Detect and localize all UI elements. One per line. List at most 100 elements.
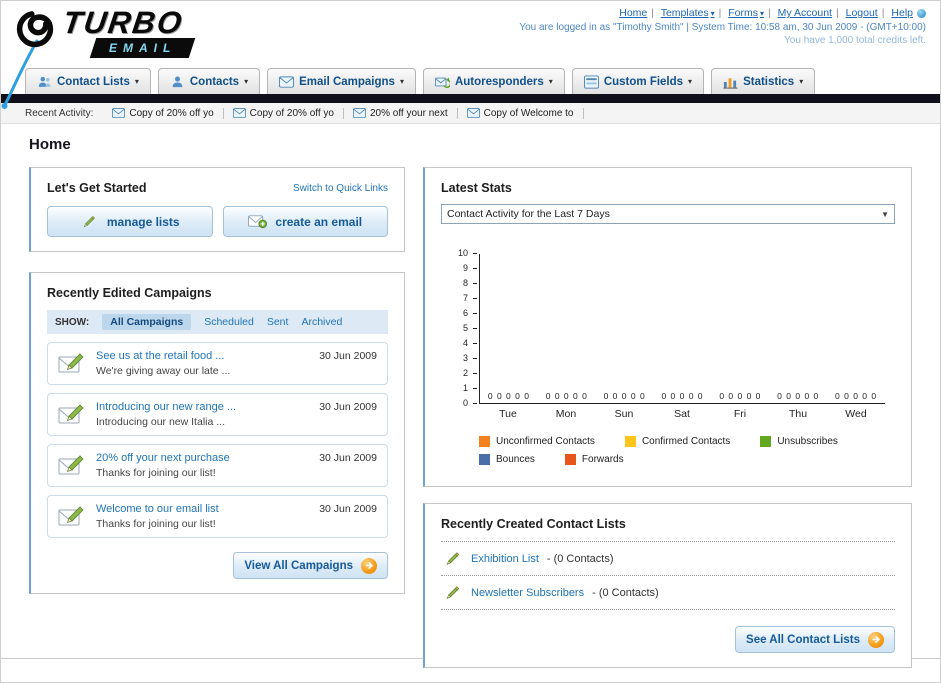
tab-contacts[interactable]: Contacts ▾ [157, 68, 261, 94]
view-all-campaigns-button[interactable]: View All Campaigns [233, 552, 388, 579]
contact-list-link[interactable]: Newsletter Subscribers [471, 587, 584, 599]
top-link-home[interactable]: Home [619, 7, 647, 19]
recent-activity-item[interactable]: 20% off your next [344, 107, 458, 119]
header: TURBO EMAIL Home | Templates ▾ | Forms ▾ | My… [1, 1, 940, 63]
campaign-title-link[interactable]: Introducing our new range ... [96, 401, 236, 413]
filter-scheduled[interactable]: Scheduled [204, 316, 254, 328]
envelope-icon [467, 108, 480, 118]
filter-archived[interactable]: Archived [301, 316, 342, 328]
chevron-down-icon: ▾ [548, 77, 553, 86]
separator: | [651, 7, 654, 19]
top-nav: Home | Templates ▾ | Forms ▾ | My Account | Lo… [519, 7, 926, 19]
chart-y-axis: 0 1 2 3 4 5 6 7 8 9 10 [447, 248, 477, 408]
x-tick-label: Mon [555, 408, 577, 420]
y-tick-label: 4 [462, 338, 468, 348]
recent-activity-item[interactable]: Copy of Welcome to [458, 107, 584, 119]
chevron-down-icon: ▾ [710, 9, 715, 18]
campaign-row[interactable]: Welcome to our email list Thanks for joi… [47, 495, 388, 538]
custom-fields-icon [584, 75, 599, 89]
y-tick-label: 10 [457, 248, 468, 258]
campaign-date: 30 Jun 2009 [319, 401, 377, 413]
manage-lists-button[interactable]: manage lists [47, 206, 213, 237]
separator: | [718, 7, 722, 19]
campaign-title-link[interactable]: 20% off your next purchase [96, 452, 230, 464]
campaign-subtitle: We're giving away our late ... [96, 365, 231, 377]
campaign-subtitle: Thanks for joining our list! [96, 467, 216, 479]
top-link-help[interactable]: Help [891, 7, 913, 19]
y-tick-label: 5 [462, 323, 468, 333]
envelope-pencil-icon [58, 351, 86, 373]
y-tick-mark [473, 253, 477, 254]
campaign-row[interactable]: 20% off your next purchase Thanks for jo… [47, 444, 388, 487]
y-tick-mark [473, 313, 477, 314]
envelope-icon [112, 108, 125, 118]
campaign-row[interactable]: Introducing our new range ... Introducin… [47, 393, 388, 436]
envelope-icon [279, 75, 294, 89]
y-tick-label: 2 [462, 368, 468, 378]
legend-item: Unconfirmed Contacts [479, 436, 595, 447]
campaign-row[interactable]: See us at the retail food ... We're givi… [47, 342, 388, 385]
top-link-templates[interactable]: Templates ▾ [661, 7, 715, 19]
legend-item: Bounces [479, 454, 535, 465]
chart-x-labels: Tue Mon Sun Sat Fri Thu Wed [479, 408, 885, 420]
x-tick-label: Wed [845, 408, 867, 420]
y-tick-mark [473, 268, 477, 269]
campaign-title-link[interactable]: See us at the retail food ... [96, 350, 230, 362]
campaign-title-link[interactable]: Welcome to our email list [96, 503, 219, 515]
filter-all-campaigns[interactable]: All Campaigns [102, 314, 192, 330]
top-link-my-account[interactable]: My Account [778, 7, 832, 19]
x-tick-label: Tue [499, 408, 517, 420]
separator: | [835, 7, 839, 19]
tab-statistics[interactable]: Statistics ▾ [711, 68, 816, 94]
chart-legend: Unconfirmed Contacts Confirmed Contacts Un… [479, 436, 895, 465]
nav-divider-bar [1, 94, 940, 103]
chevron-down-icon: ▾ [760, 9, 765, 18]
stats-period-select[interactable]: Contact Activity for the Last 7 Days ▼ [441, 204, 895, 224]
legend-row-2: Bounces Forwards [479, 454, 895, 465]
legend-item: Forwards [564, 454, 624, 465]
tab-autoresponders[interactable]: Autoresponders ▾ [422, 68, 565, 94]
x-tick-label: Sun [614, 408, 634, 420]
contact-list-row[interactable]: Exhibition List - (0 Contacts) [441, 541, 895, 575]
recent-activity-item[interactable]: Copy of 20% off yo [103, 107, 224, 119]
tab-contact-lists[interactable]: Contact Lists ▾ [25, 68, 151, 94]
logo-title: TURBO [60, 5, 186, 40]
separator: | [768, 7, 771, 19]
statistics-icon [723, 75, 738, 89]
top-link-forms[interactable]: Forms ▾ [728, 7, 764, 19]
credits-info: You have 1,000 total credits left. [784, 35, 926, 46]
envelope-icon [233, 108, 246, 118]
chart-value-labels: 0 0 0 0 0 [719, 391, 762, 401]
chart-value-labels: 0 0 0 0 0 [603, 391, 646, 401]
y-tick-label: 6 [462, 308, 468, 318]
top-link-logout[interactable]: Logout [846, 7, 878, 19]
tab-email-campaigns[interactable]: Email Campaigns ▾ [267, 68, 416, 94]
contact-lists-icon [37, 75, 52, 89]
tab-custom-fields[interactable]: Custom Fields ▾ [571, 68, 705, 94]
campaign-subtitle: Introducing our new Italia ... [96, 416, 225, 428]
y-tick-label: 7 [462, 293, 468, 303]
chart-value-labels: 0 0 0 0 0 [835, 391, 878, 401]
y-tick-mark [473, 283, 477, 284]
logo-subtitle: EMAIL [109, 41, 177, 55]
contact-list-row[interactable]: Newsletter Subscribers - (0 Contacts) [441, 575, 895, 610]
y-tick-label: 9 [462, 263, 468, 273]
recently-edited-campaigns-panel: Recently Edited Campaigns SHOW: All Camp… [29, 272, 405, 594]
filter-sent[interactable]: Sent [267, 316, 289, 328]
see-all-contact-lists-button[interactable]: See All Contact Lists [735, 626, 895, 653]
envelope-icon [353, 108, 366, 118]
campaign-filter-bar: SHOW: All Campaigns Scheduled Sent Archi… [47, 310, 388, 334]
legend-swatch [479, 436, 490, 447]
legend-swatch [624, 436, 636, 447]
chevron-down-icon: ▾ [134, 77, 139, 86]
recent-contact-lists-panel: Recently Created Contact Lists Exhibitio… [423, 503, 912, 668]
main-nav: Contact Lists ▾ Contacts ▾ Email Campaig… [1, 63, 940, 94]
create-email-button[interactable]: create an email [222, 206, 388, 237]
legend-swatch [564, 454, 576, 465]
y-tick-label: 3 [462, 353, 468, 363]
contact-list-link[interactable]: Exhibition List [471, 553, 539, 565]
switch-quick-links-link[interactable]: Switch to Quick Links [293, 183, 388, 194]
recent-activity-item[interactable]: Copy of 20% off yo [224, 107, 344, 119]
legend-item: Unsubscribes [760, 436, 838, 447]
pencil-icon [443, 550, 463, 567]
